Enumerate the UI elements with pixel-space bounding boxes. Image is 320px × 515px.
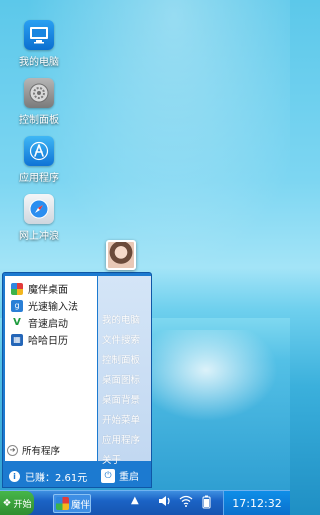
clock-time: 17:12:32: [232, 496, 282, 510]
windows-flag-icon: ❖: [2, 497, 12, 509]
menu-item-calendar[interactable]: ▦ 哈哈日历: [5, 331, 97, 348]
menu-item-label: 魔伴桌面: [28, 285, 68, 296]
earnings-display: i 已赚：2.61元: [9, 469, 87, 484]
menu-item-label: 光速输入法: [28, 302, 78, 313]
desktop-icon-label: 网上冲浪: [19, 231, 59, 242]
safari-compass-icon: [24, 194, 54, 224]
desktop-icon-label: 控制面板: [19, 115, 59, 126]
computer-icon: [24, 20, 54, 50]
start-menu-links: 我的电脑 文件搜索 控制面板 桌面图标 桌面背景 开始菜单 应用程序 关于: [98, 276, 151, 466]
all-programs-label: 所有程序: [22, 446, 61, 457]
menu-item-label: 哈哈日历: [28, 336, 68, 347]
arrow-right-icon: ➔: [7, 444, 18, 456]
desktop-icon-label: 应用程序: [19, 173, 59, 184]
taskbar-app-moban[interactable]: 魔伴: [53, 494, 91, 513]
start-menu-footer: i 已赚：2.61元 ⏻ 重启: [3, 463, 153, 489]
taskbar-clock[interactable]: 17:12:32: [223, 491, 290, 515]
restart-button[interactable]: ⏻ 重启: [101, 468, 139, 483]
link-desktop-icons[interactable]: 桌面图标: [98, 371, 151, 391]
desktop-icon-surf-web[interactable]: 网上冲浪: [10, 194, 68, 242]
link-file-search[interactable]: 文件搜索: [98, 331, 151, 351]
link-my-computer[interactable]: 我的电脑: [98, 311, 151, 331]
link-desktop-background[interactable]: 桌面背景: [98, 391, 151, 411]
menu-item-moban-desktop[interactable]: 魔伴桌面: [5, 280, 97, 297]
desktop-icon-applications[interactable]: 应用程序: [10, 136, 68, 184]
volume-icon[interactable]: [158, 495, 172, 510]
menu-item-input-method[interactable]: g 光速输入法: [5, 297, 97, 314]
info-icon: i: [9, 470, 20, 482]
app-store-icon: [24, 136, 54, 166]
tray-expand-icon[interactable]: ▲: [131, 495, 139, 506]
earnings-text: 已赚：2.61元: [25, 472, 88, 484]
pinwheel-icon: [11, 282, 23, 295]
pinwheel-icon: [56, 497, 69, 510]
user-avatar[interactable]: [106, 240, 136, 270]
link-applications[interactable]: 应用程序: [98, 431, 151, 451]
desktop-icon-control-panel[interactable]: 控制面板: [10, 78, 68, 126]
desktop-icon-label: 我的电脑: [19, 57, 59, 68]
v-launch-icon: V: [11, 316, 23, 329]
start-menu: 魔伴桌面 g 光速输入法 V 音速启动 ▦ 哈哈日历 ➔ 所有程序 我的电脑 文…: [2, 240, 153, 489]
power-icon: ⏻: [101, 468, 115, 483]
link-control-panel[interactable]: 控制面板: [98, 351, 151, 371]
input-method-icon: g: [11, 299, 23, 312]
start-button[interactable]: ❖ 开始: [0, 491, 34, 515]
desktop-icon-my-computer[interactable]: 我的电脑: [10, 20, 68, 68]
battery-icon[interactable]: [202, 495, 211, 512]
start-menu-programs: 魔伴桌面 g 光速输入法 V 音速启动 ▦ 哈哈日历 ➔ 所有程序: [5, 276, 97, 461]
taskbar-app-label: 魔伴: [71, 499, 91, 511]
menu-item-sound-launch[interactable]: V 音速启动: [5, 314, 97, 331]
all-programs-button[interactable]: ➔ 所有程序: [7, 443, 60, 457]
calendar-icon: ▦: [11, 333, 23, 346]
wifi-icon[interactable]: [179, 495, 193, 510]
link-start-menu[interactable]: 开始菜单: [98, 411, 151, 431]
restart-label: 重启: [119, 472, 139, 483]
settings-gear-icon: [24, 78, 54, 108]
taskbar: ❖ 开始 魔伴 ▲ 17:12:32: [0, 490, 290, 515]
start-label: 开始: [13, 499, 32, 510]
wallpaper-sparkle: [150, 330, 290, 430]
menu-item-label: 音速启动: [28, 319, 68, 330]
